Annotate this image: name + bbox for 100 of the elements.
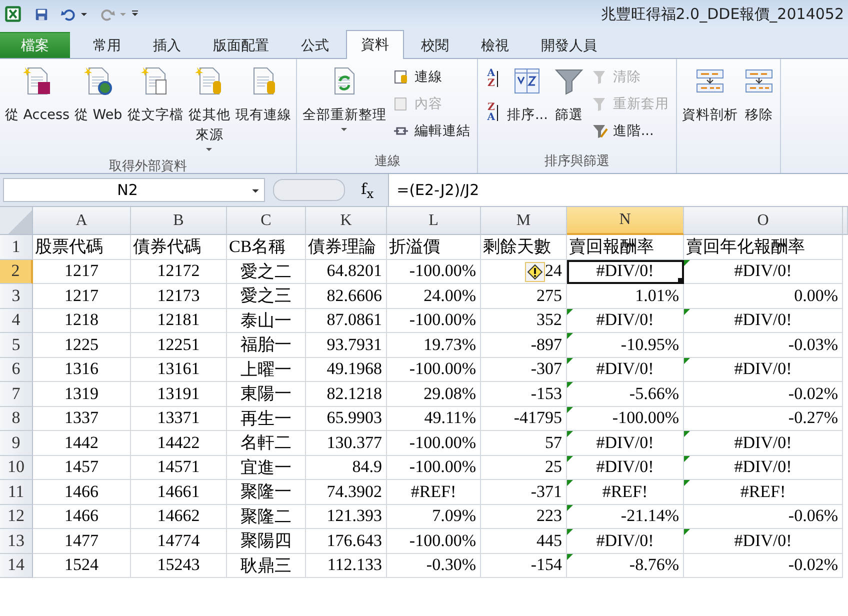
column-header[interactable]: L [387, 207, 481, 235]
table-cell: 64.8201 [306, 260, 387, 284]
table-cell: 74.3902 [306, 480, 387, 504]
table-cell: #DIV/0! [567, 358, 684, 382]
column-header[interactable]: O [684, 207, 843, 235]
table-cell: #DIV/0! [684, 431, 843, 456]
dropdown-caret-icon[interactable] [80, 10, 88, 18]
table-cell: 聚陽四 [227, 529, 306, 554]
row-header[interactable]: 2 [0, 260, 33, 284]
ribbon-tab[interactable]: 公式 [286, 32, 344, 58]
table-cell: 再生一 [227, 406, 306, 431]
ribbon-tab[interactable]: 常用 [78, 32, 136, 58]
insert-function-button[interactable]: f$_{x}$ [361, 180, 374, 200]
warning-icon[interactable] [525, 262, 545, 282]
ribbon-tab[interactable]: 檔案 [0, 32, 70, 58]
row-header[interactable]: 10 [0, 456, 33, 480]
table-cell: #DIV/0! [684, 358, 843, 382]
table-cell: 49.11% [387, 406, 481, 431]
row-header[interactable]: 12 [0, 504, 33, 529]
ribbon-button[interactable]: 連線 [389, 65, 474, 89]
table-cell: 14662 [131, 504, 227, 529]
ribbon-button[interactable]: 移除 [740, 61, 777, 129]
table-cell: 14571 [131, 456, 227, 480]
table-cell: #DIV/0! [567, 431, 684, 456]
sort-button[interactable]: A Z [485, 69, 500, 89]
row-header[interactable]: 9 [0, 431, 33, 456]
table-cell: 泰山一 [227, 308, 306, 333]
column-header[interactable]: M [481, 207, 567, 235]
table-cell: 1217 [33, 260, 131, 284]
ribbon-button[interactable]: 從文字檔 [125, 61, 186, 129]
table-cell: -154 [481, 554, 567, 578]
table-cell: -100.00% [387, 308, 481, 333]
ribbon-button[interactable]: 現有連線 [233, 61, 294, 129]
table-cell: 13161 [131, 358, 227, 382]
funnel-clear-icon [592, 69, 608, 85]
table-cell: 上曜一 [227, 358, 306, 382]
table-cell: #DIV/0! [567, 260, 684, 284]
table-cell: -100.00% [567, 406, 684, 431]
row-header[interactable]: 11 [0, 480, 33, 504]
table-cell: 宜進一 [227, 456, 306, 480]
ribbon-button[interactable]: 從其他 來源 [186, 61, 232, 157]
table-cell: -8.76% [567, 554, 684, 578]
row-header[interactable]: 6 [0, 358, 33, 382]
name-box[interactable]: N2 [3, 178, 265, 202]
table-cell: -100.00% [387, 431, 481, 456]
table-cell: 13191 [131, 382, 227, 406]
table-cell: 東陽一 [227, 382, 306, 406]
row-header[interactable]: 8 [0, 406, 33, 431]
table-cell: -100.00% [387, 529, 481, 554]
properties-icon [393, 96, 410, 112]
column-header[interactable]: A [33, 207, 131, 235]
table-cell: 1466 [33, 480, 131, 504]
ribbon-tab[interactable]: 插入 [138, 32, 196, 58]
ribbon-button[interactable]: 資料剖析 [680, 61, 740, 129]
ribbon-button[interactable]: 排序... [505, 61, 550, 129]
ribbon-tab[interactable]: 版面配置 [198, 32, 284, 58]
table-cell: 福胎一 [227, 333, 306, 358]
table-cell: #REF! [567, 480, 684, 504]
ribbon-button[interactable]: 從 Web [72, 61, 124, 129]
row-header[interactable]: 7 [0, 382, 33, 406]
table-cell: 1337 [33, 406, 131, 431]
table-cell: 65.9903 [306, 406, 387, 431]
undo-icon[interactable] [61, 6, 76, 22]
ribbon-tab[interactable]: 開發人員 [526, 32, 612, 58]
column-header[interactable]: B [131, 207, 227, 235]
group-label: 取得外部資料 [108, 158, 188, 176]
splitter-handle[interactable] [273, 179, 345, 201]
table-cell: 15243 [131, 554, 227, 578]
table-cell: 1457 [33, 456, 131, 480]
row-header[interactable]: 13 [0, 529, 33, 554]
ribbon-button[interactable]: 編輯連結 [389, 119, 474, 143]
table-cell: 1442 [33, 431, 131, 456]
ribbon-button[interactable]: 進階... [588, 119, 673, 143]
sort-button[interactable]: Z A [485, 103, 500, 123]
table-cell: 352 [481, 308, 567, 333]
column-header[interactable]: K [306, 207, 387, 235]
ribbon-button[interactable]: 全部重新整理 [300, 61, 388, 137]
customize-toolbar-icon[interactable] [131, 10, 139, 18]
row-header[interactable]: 5 [0, 333, 33, 358]
row-header[interactable]: 14 [0, 554, 33, 578]
group-label: 排序與篩選 [544, 153, 611, 171]
ribbon-tab[interactable]: 資料 [346, 30, 404, 59]
table-cell: 1466 [33, 504, 131, 529]
column-header[interactable]: N [567, 207, 684, 235]
ribbon-button[interactable]: 篩選 [550, 61, 587, 129]
table-cell: -21.14% [567, 504, 684, 529]
table-cell: -0.02% [684, 554, 843, 578]
row-header[interactable]: 4 [0, 308, 33, 333]
table-cell: #DIV/0! [567, 529, 684, 554]
ribbon-tab[interactable]: 檢視 [466, 32, 524, 58]
formula-field[interactable]: =(E2-J2)/J2 [388, 174, 848, 206]
save-icon[interactable] [34, 6, 49, 22]
column-header[interactable]: C [227, 207, 306, 235]
window-title: 兆豐旺得福2.0_DDE報價_2014052 [600, 4, 844, 24]
row-header[interactable]: 1 [0, 235, 33, 260]
table-cell: -0.27% [684, 406, 843, 431]
row-header[interactable]: 3 [0, 284, 33, 308]
ribbon-button[interactable]: 從 Access [3, 61, 72, 129]
ribbon-tab[interactable]: 校閱 [406, 32, 464, 58]
table-cell: 愛之三 [227, 284, 306, 308]
